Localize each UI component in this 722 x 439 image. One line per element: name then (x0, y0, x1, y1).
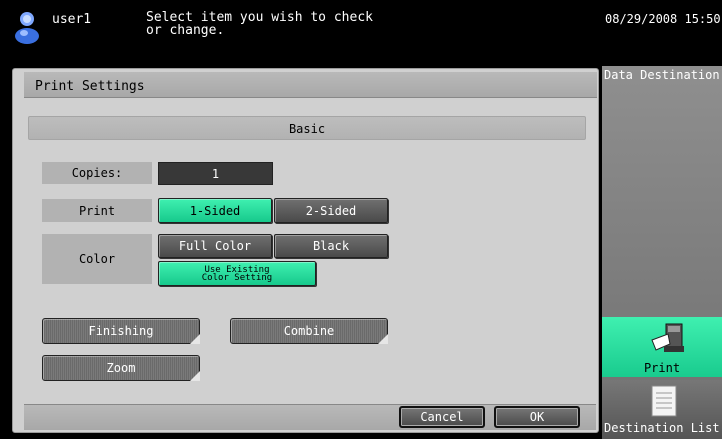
finishing-button[interactable]: Finishing (42, 318, 200, 344)
copies-label: Copies: (42, 162, 152, 184)
printer-icon (648, 320, 688, 356)
full-color-button[interactable]: Full Color (158, 234, 272, 258)
finishing-label: Finishing (88, 324, 154, 338)
ok-button[interactable]: OK (494, 406, 580, 428)
datetime: 08/29/2008 15:50 (605, 12, 721, 26)
copies-field[interactable]: 1 (158, 162, 273, 185)
tab-print-label: Print (643, 361, 681, 375)
zoom-button[interactable]: Zoom (42, 355, 200, 381)
instruction-text: Select item you wish to check or change. (146, 10, 373, 38)
zoom-label: Zoom (106, 361, 136, 375)
cancel-button[interactable]: Cancel (399, 406, 485, 428)
user-icon (14, 10, 40, 44)
use-existing-color-button[interactable]: Use Existing Color Setting (158, 261, 316, 286)
one-sided-button[interactable]: 1-Sided (158, 198, 272, 223)
data-destination-label: Data Destination (604, 68, 720, 82)
user-name: user1 (52, 12, 92, 27)
tab-destination-list-label: Destination List (604, 421, 720, 435)
tab-basic-label: Basic (288, 122, 326, 136)
print-label: Print (42, 199, 152, 222)
document-list-icon (650, 384, 678, 418)
color-label: Color (42, 234, 152, 284)
panel-title: Print Settings (35, 79, 145, 94)
black-button[interactable]: Black (274, 234, 388, 258)
combine-button[interactable]: Combine (230, 318, 388, 344)
combine-label: Combine (283, 324, 335, 338)
two-sided-button[interactable]: 2-Sided (274, 198, 388, 223)
